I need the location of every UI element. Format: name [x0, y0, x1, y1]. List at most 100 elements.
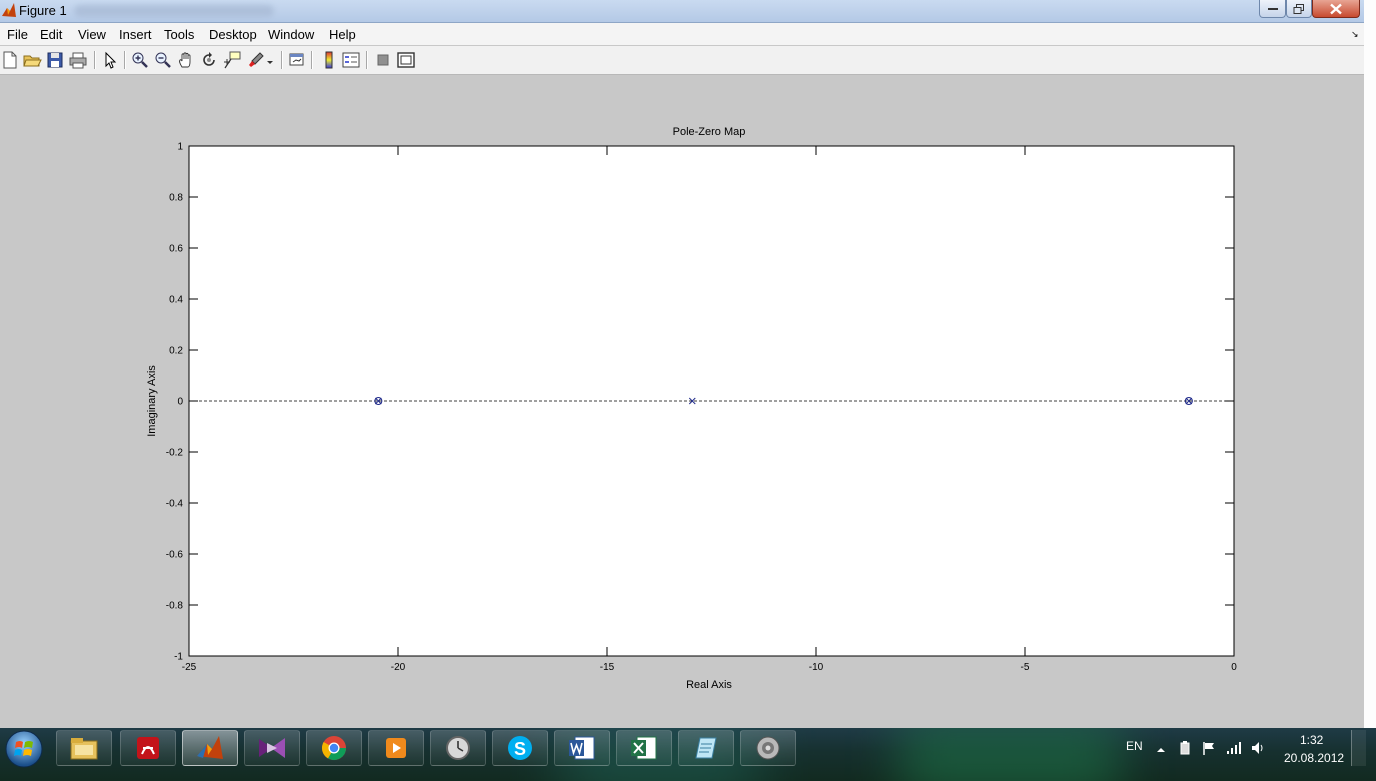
restore-button[interactable] [1286, 0, 1312, 18]
x-tick-label: -25 [182, 662, 197, 673]
network-signal-icon[interactable] [1226, 741, 1242, 760]
zoom-out-icon[interactable] [153, 50, 173, 70]
taskbar-matlab[interactable] [182, 730, 238, 766]
insert-colorbar-icon[interactable] [319, 50, 339, 70]
edit-plot-arrow-icon[interactable] [100, 50, 120, 70]
matlab-icon [197, 736, 223, 759]
y-axis-label: Imaginary Axis [146, 365, 158, 437]
brush-icon[interactable] [246, 50, 266, 70]
dock-arrow-icon[interactable]: ↘ [1351, 29, 1359, 40]
close-icon [1330, 3, 1342, 14]
x-tick-label: -10 [809, 662, 824, 673]
language-indicator[interactable]: EN [1126, 739, 1143, 753]
toolbar-separator [124, 51, 126, 69]
taskbar-skype[interactable]: S [492, 730, 548, 766]
usb-device-icon[interactable] [1178, 741, 1192, 760]
menu-insert[interactable]: Insert [119, 27, 152, 42]
x-tick-label: -5 [1021, 662, 1030, 673]
close-button[interactable] [1312, 0, 1360, 18]
start-button[interactable] [3, 728, 45, 770]
chrome-icon [321, 736, 346, 761]
minimize-button[interactable] [1259, 0, 1286, 18]
data-cursor-icon[interactable] [222, 50, 242, 70]
y-tick-label: -0.6 [166, 550, 184, 561]
action-center-flag-icon[interactable] [1202, 741, 1216, 760]
clock-gadget-icon [446, 736, 470, 760]
x-axis-label: Real Axis [686, 679, 732, 691]
taskbar-notepad[interactable] [678, 730, 734, 766]
x-tick-label: -20 [391, 662, 406, 673]
volume-icon[interactable] [1251, 741, 1267, 760]
taskbar-acrobat[interactable] [120, 730, 176, 766]
restore-icon [1293, 3, 1304, 14]
toolbar-separator [94, 51, 96, 69]
y-tick-label: -0.2 [166, 448, 184, 459]
show-hidden-icons-icon[interactable] [1157, 741, 1165, 759]
print-icon[interactable] [68, 50, 88, 70]
pan-hand-icon[interactable] [176, 50, 196, 70]
show-desktop-button[interactable] [1351, 730, 1366, 766]
menu-bar: File Edit View Insert Tools Desktop Wind… [0, 23, 1364, 45]
chart-title: Pole-Zero Map [673, 126, 746, 138]
y-tick-label: -0.4 [166, 499, 184, 510]
show-plot-tools-icon[interactable] [396, 50, 416, 70]
toolbar-separator [281, 51, 283, 69]
menu-window[interactable]: Window [268, 27, 314, 42]
taskbar-excel[interactable] [616, 730, 672, 766]
window-title: Figure 1 [19, 3, 67, 18]
y-tick-label: 0.4 [169, 295, 183, 306]
link-plot-icon[interactable] [287, 50, 307, 70]
open-file-icon[interactable] [22, 50, 42, 70]
save-icon[interactable] [45, 50, 65, 70]
figure-toolbar [0, 46, 1364, 75]
blurred-title-text [74, 5, 274, 17]
windows-logo-icon [5, 730, 43, 768]
taskbar-media-player[interactable] [368, 730, 424, 766]
windows-explorer-icon [70, 738, 98, 760]
pole-zero-plot[interactable]: Pole-Zero Map -25 -20 -15 -10 -5 0 10.80.60.4… [0, 76, 1364, 728]
menu-desktop[interactable]: Desktop [209, 27, 257, 42]
window-titlebar[interactable]: Figure 1 [0, 0, 1364, 23]
menu-edit[interactable]: Edit [40, 27, 62, 42]
x-tick-label: 0 [1231, 662, 1237, 673]
toolbar-separator [366, 51, 368, 69]
y-tick-label: 0 [177, 397, 183, 408]
acrobat-icon [137, 737, 159, 759]
new-figure-icon[interactable] [0, 50, 20, 70]
y-tick-label: 1 [177, 142, 183, 153]
clock-time[interactable]: 1:32 [1300, 733, 1323, 747]
screen-edge [1364, 0, 1376, 728]
menu-file[interactable]: File [7, 27, 28, 42]
taskbar-visual-studio[interactable] [244, 730, 300, 766]
notepad-icon [695, 737, 717, 759]
menu-help[interactable]: Help [329, 27, 356, 42]
y-tick-label: -0.8 [166, 601, 184, 612]
excel-icon [631, 736, 657, 760]
figure-canvas[interactable]: Pole-Zero Map -25 -20 -15 -10 -5 0 1 0.8 0.6 0.4… [0, 76, 1364, 728]
taskbar: S EN 1:32 20.08.2012 [0, 728, 1376, 781]
zoom-in-icon[interactable] [130, 50, 150, 70]
insert-legend-icon[interactable] [341, 50, 361, 70]
taskbar-glow [900, 728, 1120, 781]
menu-tools[interactable]: Tools [164, 27, 194, 42]
toolbar-separator [311, 51, 313, 69]
menu-view[interactable]: View [78, 27, 106, 42]
y-tick-label: -1 [174, 652, 183, 663]
taskbar-explorer[interactable] [56, 730, 112, 766]
media-player-icon [386, 738, 406, 758]
clock-date[interactable]: 20.08.2012 [1284, 751, 1344, 765]
svg-text:S: S [514, 739, 526, 759]
hide-plot-tools-icon[interactable] [373, 50, 393, 70]
brush-dropdown-icon[interactable] [265, 50, 275, 70]
skype-icon: S [508, 736, 532, 760]
rotate-3d-icon[interactable] [199, 50, 219, 70]
matlab-figure-icon [1, 2, 17, 19]
taskbar-clock-gadget[interactable] [430, 730, 486, 766]
minimize-icon [1267, 7, 1278, 10]
y-tick-label: 0.2 [169, 346, 183, 357]
y-tick-label: 0.8 [169, 193, 183, 204]
taskbar-word[interactable] [554, 730, 610, 766]
taskbar-speaker[interactable] [740, 730, 796, 766]
x-tick-label: -15 [600, 662, 615, 673]
taskbar-chrome[interactable] [306, 730, 362, 766]
